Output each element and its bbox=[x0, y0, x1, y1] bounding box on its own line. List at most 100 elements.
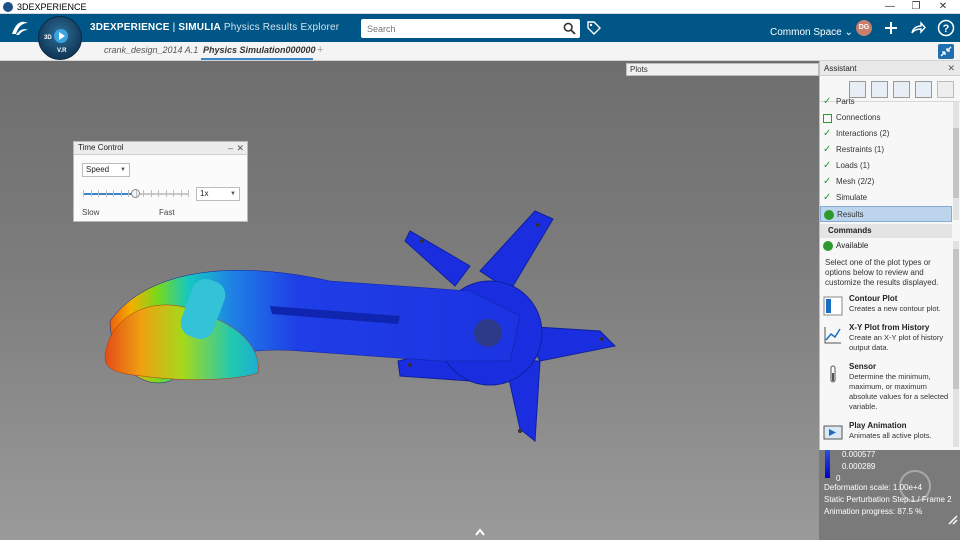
plots-panel-header[interactable]: Plots bbox=[626, 63, 819, 76]
commands-header: Commands bbox=[820, 224, 952, 238]
command-title: Contour Plot bbox=[849, 294, 898, 303]
dassault-logo-icon bbox=[12, 21, 28, 35]
speed-dropdown[interactable]: 1x ▼ bbox=[196, 187, 240, 201]
slider-tick bbox=[98, 190, 99, 197]
tag-icon[interactable] bbox=[586, 20, 601, 35]
minimize-dialog-button[interactable]: – bbox=[228, 142, 233, 154]
workflow-step[interactable]: ✓ Restraints (1) bbox=[820, 142, 952, 158]
commands-scroll-thumb[interactable] bbox=[953, 249, 959, 389]
workflow-step-label: Results bbox=[837, 210, 864, 219]
legend-value: 0 bbox=[836, 474, 841, 483]
time-control-dialog: Time Control – ✕ Speed ▼ 1x ▼ Slow Fast bbox=[73, 141, 248, 222]
add-icon[interactable] bbox=[882, 19, 900, 37]
app-header: 3DEXPERIENCE | SIMULIA Physics Results E… bbox=[0, 14, 960, 42]
assistant-panel: Assistant ✕ ✓ Parts Connections ✓ Interactio… bbox=[819, 61, 960, 450]
check-icon: ✓ bbox=[823, 192, 832, 203]
window-title-bar: 3DEXPERIENCE — ❐ ✕ bbox=[0, 0, 960, 14]
animation-progress: Animation progress: 87.5 % bbox=[824, 507, 923, 516]
help-icon[interactable]: ? bbox=[937, 19, 955, 37]
command-description: Create an X-Y plot of history output dat… bbox=[849, 333, 944, 352]
command-title: X-Y Plot from History bbox=[849, 323, 930, 332]
slider-tick bbox=[120, 190, 122, 197]
restore-button[interactable]: ❐ bbox=[903, 0, 929, 14]
svg-text:?: ? bbox=[943, 23, 950, 35]
3d-viewport[interactable] bbox=[0, 61, 819, 540]
workflow-step-label: Loads (1) bbox=[836, 161, 870, 170]
slider-tick bbox=[105, 190, 107, 197]
window-title: 3DEXPERIENCE bbox=[17, 1, 87, 12]
steps-scrollbar[interactable] bbox=[953, 102, 959, 220]
mode-dropdown[interactable]: Speed ▼ bbox=[82, 163, 130, 177]
crank-model[interactable] bbox=[0, 61, 819, 540]
compass-vr-label: V.R bbox=[57, 48, 67, 54]
play-animation-icon bbox=[823, 425, 843, 440]
compass-3d-label: 3D bbox=[44, 35, 52, 41]
close-window-button[interactable]: ✕ bbox=[930, 0, 956, 14]
xy-plot-icon bbox=[824, 327, 841, 344]
close-dialog-button[interactable]: ✕ bbox=[236, 142, 244, 154]
check-icon: ✓ bbox=[823, 144, 832, 155]
assistant-title: Assistant bbox=[824, 64, 857, 73]
workflow-step[interactable]: Connections bbox=[820, 110, 952, 126]
step-frame: Static Perturbation Step.1 / Frame 2 bbox=[824, 495, 952, 504]
legend-value: 0.000289 bbox=[842, 462, 876, 471]
workflow-step-label: Simulate bbox=[836, 193, 868, 202]
brand-app: Physics Results Explorer bbox=[220, 22, 340, 33]
sensor-command[interactable]: Sensor Determine the minimum, maximum, o… bbox=[823, 362, 953, 414]
workflow-step[interactable]: ✓ Parts bbox=[820, 94, 952, 110]
close-assistant-button[interactable]: ✕ bbox=[947, 61, 955, 76]
workflow-step[interactable]: ✓ Simulate bbox=[820, 190, 952, 206]
available-dot-icon bbox=[823, 241, 833, 251]
steps-scroll-thumb[interactable] bbox=[953, 128, 959, 198]
workflow-step-label: Parts bbox=[836, 97, 855, 106]
sensor-icon bbox=[830, 365, 836, 383]
time-control-header[interactable]: Time Control – ✕ bbox=[74, 142, 247, 155]
slider-tick bbox=[180, 190, 182, 197]
slider-tick bbox=[150, 190, 152, 197]
search-icon[interactable] bbox=[563, 22, 576, 35]
status-dot-icon bbox=[824, 210, 834, 220]
chevron-down-icon: ▼ bbox=[230, 191, 236, 197]
collapse-icon[interactable] bbox=[938, 44, 954, 59]
share-icon[interactable] bbox=[909, 19, 927, 37]
slider-tick bbox=[158, 190, 159, 197]
command-title: Play Animation bbox=[849, 421, 907, 430]
space-selector[interactable]: Common Space ⌄ bbox=[770, 27, 853, 38]
legend-value: 0.000577 bbox=[842, 450, 876, 459]
compass-widget[interactable]: 3D V.R bbox=[38, 16, 82, 60]
command-description: Animates all active plots. bbox=[849, 431, 932, 440]
avatar[interactable]: DG bbox=[856, 20, 872, 36]
check-icon: ✓ bbox=[823, 128, 832, 139]
tab-physics-simulation[interactable]: Physics Simulation000000 bbox=[203, 45, 316, 55]
search-box[interactable] bbox=[361, 19, 580, 38]
search-input[interactable] bbox=[361, 19, 551, 38]
check-icon: ✓ bbox=[823, 176, 832, 187]
workflow-step[interactable]: ✓ Interactions (2) bbox=[820, 126, 952, 142]
play-triangle-icon bbox=[59, 32, 65, 40]
slider-tick bbox=[165, 190, 167, 197]
slider-tick bbox=[173, 190, 174, 197]
workflow-step-label: Connections bbox=[836, 113, 881, 122]
workflow-step[interactable]: ✓ Loads (1) bbox=[820, 158, 952, 174]
minimize-button[interactable]: — bbox=[877, 0, 903, 14]
checkbox-icon bbox=[823, 114, 832, 123]
workflow-step-label: Mesh (2/2) bbox=[836, 177, 875, 186]
command-description: Determine the minimum, maximum, or maxim… bbox=[849, 372, 949, 411]
assistant-header: Assistant ✕ bbox=[820, 61, 960, 76]
speed-value: 1x bbox=[200, 189, 209, 198]
slider-tick bbox=[90, 190, 92, 197]
workflow-step[interactable]: Results bbox=[820, 206, 952, 222]
time-control-title: Time Control bbox=[78, 143, 124, 152]
add-tab-button[interactable]: + bbox=[317, 44, 323, 56]
workflow-step[interactable]: ✓ Mesh (2/2) bbox=[820, 174, 952, 190]
active-tab-indicator bbox=[201, 58, 313, 60]
xy-plot-command[interactable]: X-Y Plot from History Create an X-Y plot… bbox=[823, 323, 953, 363]
available-status: Available bbox=[820, 241, 868, 251]
tab-crank-design[interactable]: crank_design_2014 A.1 bbox=[104, 45, 198, 55]
deformation-scale: Deformation scale: 1.00e+4 bbox=[824, 483, 923, 492]
resize-icon[interactable] bbox=[947, 514, 959, 526]
fast-label: Fast bbox=[159, 208, 175, 217]
chevron-up-icon[interactable] bbox=[474, 527, 486, 537]
commands-scrollbar[interactable] bbox=[953, 241, 959, 447]
slider-tick bbox=[188, 190, 189, 197]
